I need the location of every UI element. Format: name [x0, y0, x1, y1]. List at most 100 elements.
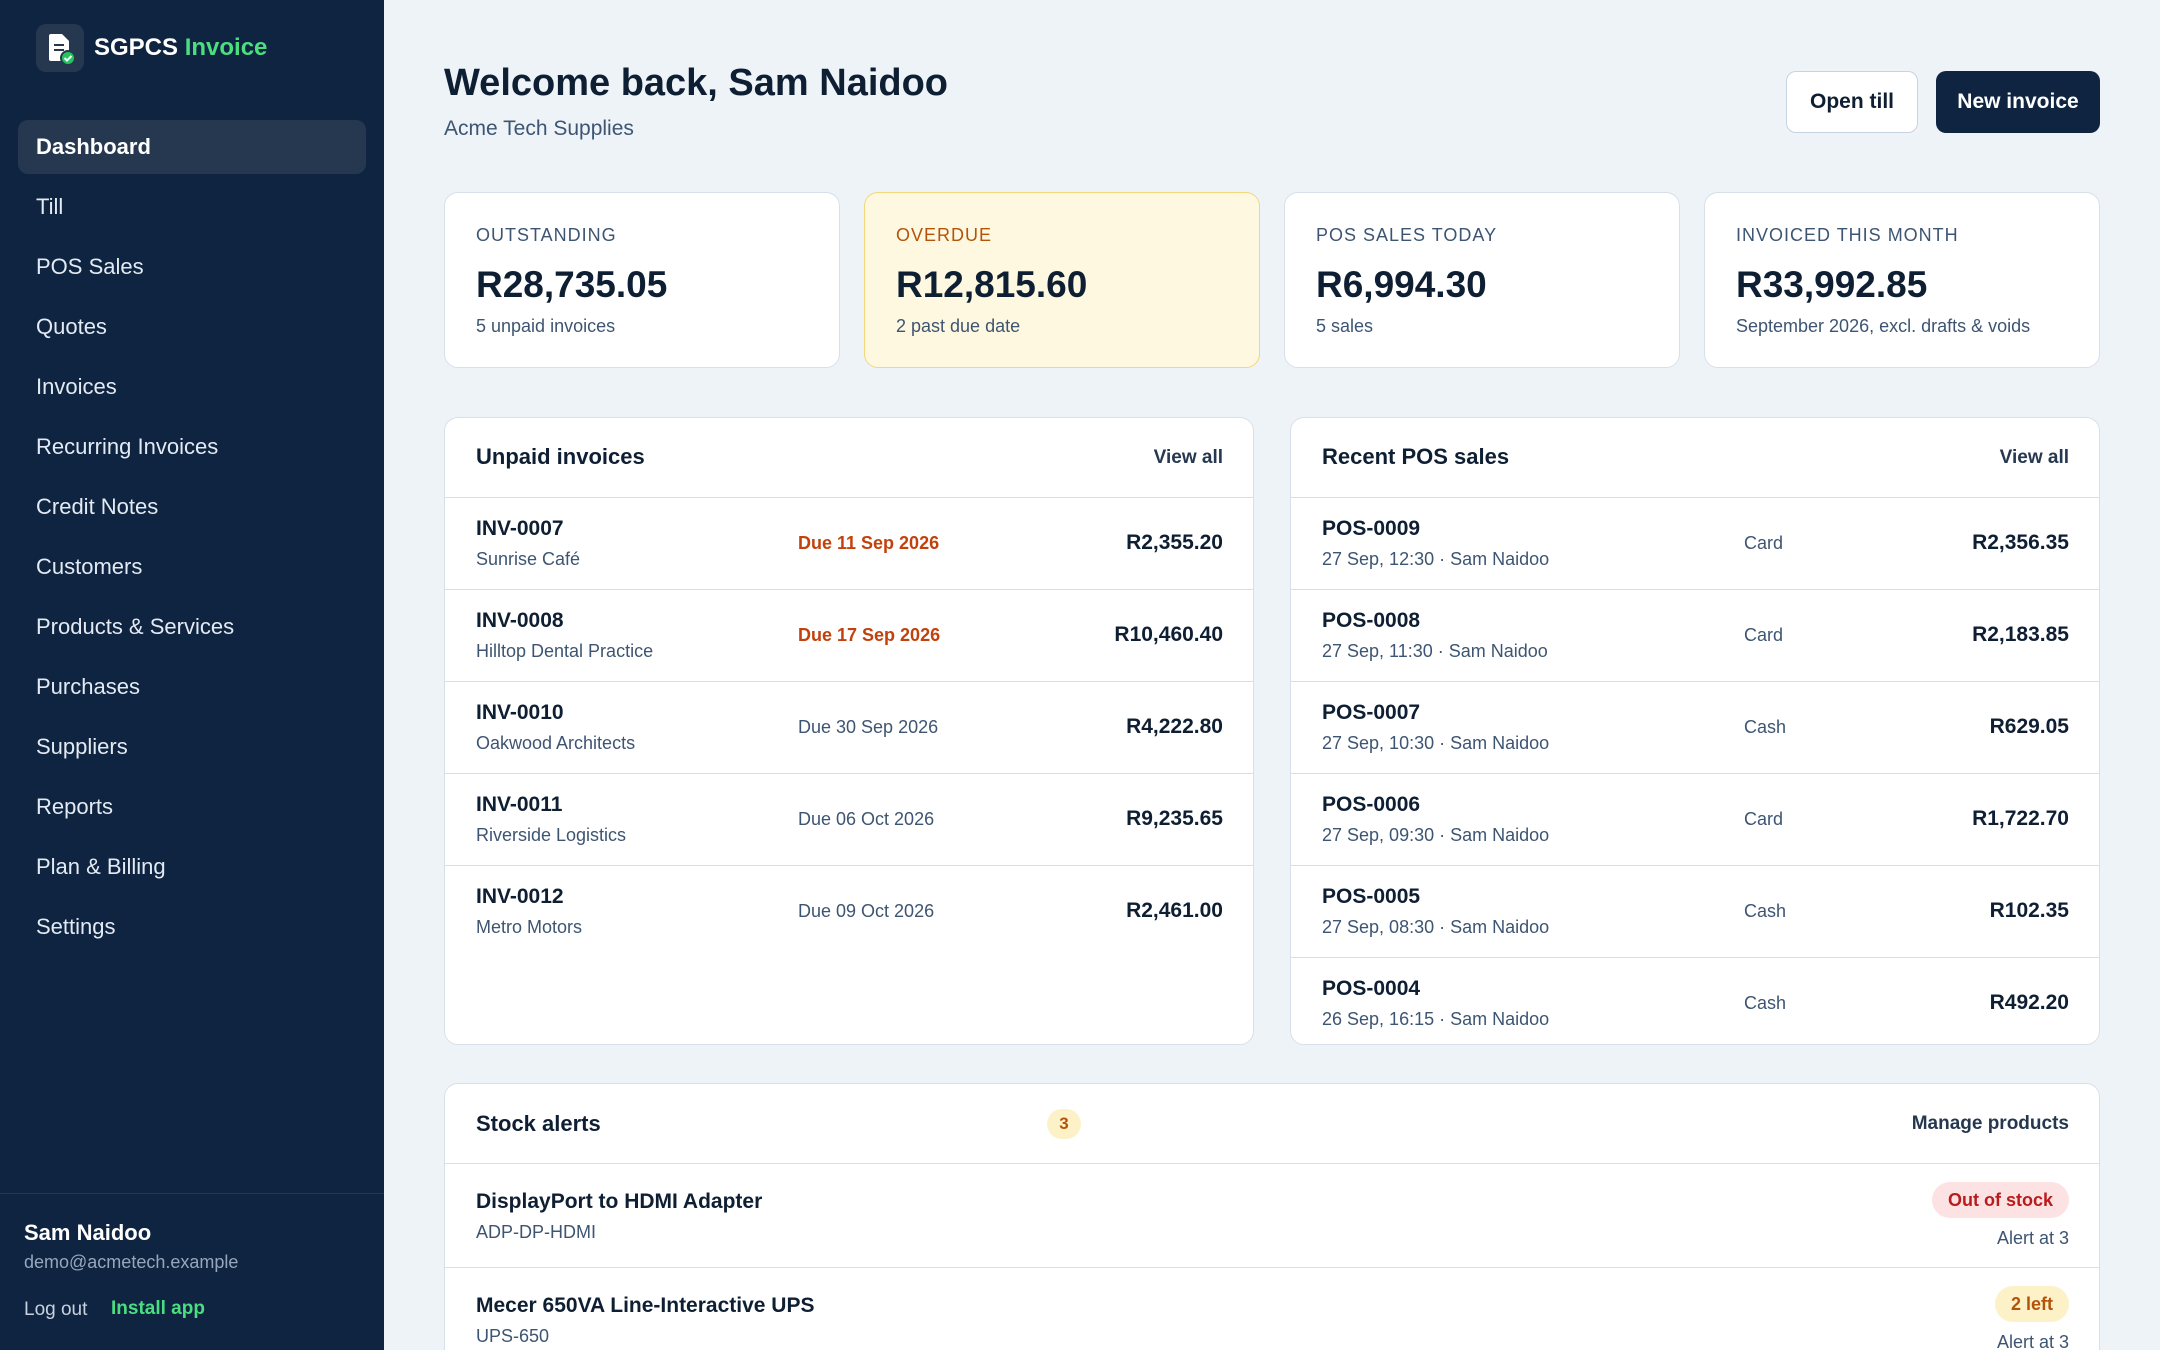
stat-value: R12,815.60: [896, 264, 1088, 305]
install-app-link[interactable]: Install app: [111, 1298, 205, 1320]
sale-meta: 27 Sep, 10:30 · Sam Naidoo: [1322, 733, 1550, 753]
stock-status-badge: 2 left: [1994, 1286, 2069, 1322]
stat-card-invoiced-this-month: INVOICED THIS MONTH R33,992.85 September…: [1704, 192, 2100, 368]
sidebar-item-suppliers[interactable]: Suppliers: [18, 720, 366, 774]
invoice-number: INV-0007: [476, 517, 564, 540]
invoice-row[interactable]: INV-0010 Oakwood Architects Due 30 Sep 2…: [445, 682, 1253, 774]
recent-pos-sales-card: Recent POS sales View all POS-0009 27 Se…: [1290, 417, 2100, 1045]
sidebar-item-recurring-invoices[interactable]: Recurring Invoices: [18, 420, 366, 474]
product-sku: UPS-650: [476, 1326, 550, 1346]
sidebar-item-customers[interactable]: Customers: [18, 540, 366, 594]
stat-card-overdue: OVERDUE R12,815.60 2 past due date: [864, 192, 1260, 368]
sidebar-item-invoices[interactable]: Invoices: [18, 360, 366, 414]
sale-meta: 26 Sep, 16:15 · Sam Naidoo: [1322, 1009, 1550, 1029]
user-panel: Sam Naidoo demo@acmetech.example Log out…: [0, 1193, 384, 1350]
invoice-row[interactable]: INV-0008 Hilltop Dental Practice Due 17 …: [445, 590, 1253, 682]
stat-value: R28,735.05: [476, 264, 668, 305]
product-name: Mecer 650VA Line-Interactive UPS: [476, 1294, 815, 1317]
sale-number: POS-0009: [1322, 517, 1421, 540]
stat-label: INVOICED THIS MONTH: [1736, 225, 1959, 245]
open-till-button[interactable]: Open till: [1786, 71, 1918, 133]
stock-alerts-card: Stock alerts 3 Manage products DisplayPo…: [444, 1083, 2100, 1350]
invoice-number: INV-0008: [476, 609, 564, 632]
sidebar-nav: Dashboard Till POS Sales Quotes Invoices…: [18, 120, 366, 960]
payment-method: Card: [1744, 625, 1784, 645]
sidebar-item-settings[interactable]: Settings: [18, 900, 366, 954]
pos-sale-row[interactable]: POS-0009 27 Sep, 12:30 · Sam Naidoo Card…: [1291, 498, 2099, 590]
sale-amount: R2,183.85: [1972, 623, 2069, 646]
sidebar-item-products-services[interactable]: Products & Services: [18, 600, 366, 654]
invoice-due-date: Due 11 Sep 2026: [798, 533, 940, 553]
unpaid-invoices-card: Unpaid invoices View all INV-0007 Sunris…: [444, 417, 1254, 1045]
card-title: Unpaid invoices: [476, 444, 645, 469]
sale-number: POS-0008: [1322, 609, 1421, 632]
user-name: Sam Naidoo: [24, 1220, 152, 1245]
invoice-row[interactable]: INV-0011 Riverside Logistics Due 06 Oct …: [445, 774, 1253, 866]
product-sku: ADP-DP-HDMI: [476, 1222, 596, 1242]
stat-label: OUTSTANDING: [476, 225, 617, 245]
view-all-pos-link[interactable]: View all: [2000, 447, 2069, 469]
sidebar-item-pos-sales[interactable]: POS Sales: [18, 240, 366, 294]
company-name: Acme Tech Supplies: [444, 117, 634, 140]
product-name: DisplayPort to HDMI Adapter: [476, 1190, 763, 1213]
new-invoice-button[interactable]: New invoice: [1936, 71, 2100, 133]
invoice-number: INV-0010: [476, 701, 564, 724]
pos-sale-row[interactable]: POS-0006 27 Sep, 09:30 · Sam Naidoo Card…: [1291, 774, 2099, 866]
stat-label: OVERDUE: [896, 225, 993, 245]
sale-amount: R1,722.70: [1972, 807, 2069, 830]
stock-alert-row[interactable]: DisplayPort to HDMI Adapter ADP-DP-HDMI …: [445, 1164, 2099, 1268]
view-all-invoices-link[interactable]: View all: [1154, 447, 1223, 469]
card-title: Recent POS sales: [1322, 444, 1510, 469]
invoice-row[interactable]: INV-0012 Metro Motors Due 09 Oct 2026 R2…: [445, 866, 1253, 958]
stock-status-badge: Out of stock: [1931, 1182, 2069, 1218]
sidebar-item-credit-notes[interactable]: Credit Notes: [18, 480, 366, 534]
card-header: Stock alerts 3 Manage products: [445, 1084, 2099, 1164]
stat-subtext: September 2026, excl. drafts & voids: [1736, 316, 2031, 336]
logout-link[interactable]: Log out: [24, 1299, 87, 1321]
invoice-customer: Riverside Logistics: [476, 825, 627, 845]
sale-meta: 27 Sep, 09:30 · Sam Naidoo: [1322, 825, 1550, 845]
sale-meta: 27 Sep, 11:30 · Sam Naidoo: [1322, 641, 1548, 661]
sale-number: POS-0007: [1322, 701, 1421, 724]
sidebar-item-dashboard[interactable]: Dashboard: [18, 120, 366, 174]
alert-threshold: Alert at 3: [1996, 1228, 2069, 1248]
pos-sale-row[interactable]: POS-0008 27 Sep, 11:30 · Sam Naidoo Card…: [1291, 590, 2099, 682]
sale-amount: R492.20: [1989, 991, 2069, 1014]
stat-subtext: 5 sales: [1316, 316, 1374, 336]
invoice-number: INV-0012: [476, 885, 564, 908]
sidebar-item-purchases[interactable]: Purchases: [18, 660, 366, 714]
stat-card-outstanding: OUTSTANDING R28,735.05 5 unpaid invoices: [444, 192, 840, 368]
stat-card-pos-sales-today: POS SALES TODAY R6,994.30 5 sales: [1284, 192, 1680, 368]
sale-amount: R102.35: [1989, 899, 2069, 922]
payment-method: Card: [1744, 809, 1784, 829]
sidebar-item-till[interactable]: Till: [18, 180, 366, 234]
invoice-amount: R9,235.65: [1126, 807, 1223, 830]
sidebar-item-quotes[interactable]: Quotes: [18, 300, 366, 354]
stock-alert-count-badge: 3: [1047, 1109, 1081, 1139]
invoice-due-date: Due 06 Oct 2026: [798, 809, 935, 829]
invoice-customer: Sunrise Café: [476, 549, 581, 569]
sidebar: SGPCS Invoice Dashboard Till POS Sales Q…: [0, 0, 384, 1350]
invoice-due-date: Due 09 Oct 2026: [798, 901, 935, 921]
sale-number: POS-0005: [1322, 885, 1421, 908]
pos-sale-row[interactable]: POS-0007 27 Sep, 10:30 · Sam Naidoo Cash…: [1291, 682, 2099, 774]
stock-alert-row[interactable]: Mecer 650VA Line-Interactive UPS UPS-650…: [445, 1268, 2099, 1350]
manage-products-link[interactable]: Manage products: [1912, 1113, 2069, 1135]
invoice-customer: Hilltop Dental Practice: [476, 641, 654, 661]
invoice-due-date: Due 30 Sep 2026: [798, 717, 939, 737]
pos-sale-row[interactable]: POS-0004 26 Sep, 16:15 · Sam Naidoo Cash…: [1291, 958, 2099, 1044]
payment-method: Cash: [1744, 717, 1787, 737]
sidebar-item-reports[interactable]: Reports: [18, 780, 366, 834]
sale-amount: R2,356.35: [1972, 531, 2069, 554]
invoice-due-date: Due 17 Sep 2026: [798, 625, 941, 645]
invoice-row[interactable]: INV-0007 Sunrise Café Due 11 Sep 2026 R2…: [445, 498, 1253, 590]
card-header: Unpaid invoices View all: [445, 418, 1253, 498]
stat-value: R33,992.85: [1736, 264, 1928, 305]
brand[interactable]: SGPCS Invoice: [36, 24, 267, 72]
alert-threshold: Alert at 3: [1996, 1332, 2069, 1350]
sale-meta: 27 Sep, 08:30 · Sam Naidoo: [1322, 917, 1550, 937]
stat-subtext: 2 past due date: [896, 316, 1021, 336]
payment-method: Cash: [1744, 993, 1787, 1013]
pos-sale-row[interactable]: POS-0005 27 Sep, 08:30 · Sam Naidoo Cash…: [1291, 866, 2099, 958]
sidebar-item-plan-billing[interactable]: Plan & Billing: [18, 840, 366, 894]
